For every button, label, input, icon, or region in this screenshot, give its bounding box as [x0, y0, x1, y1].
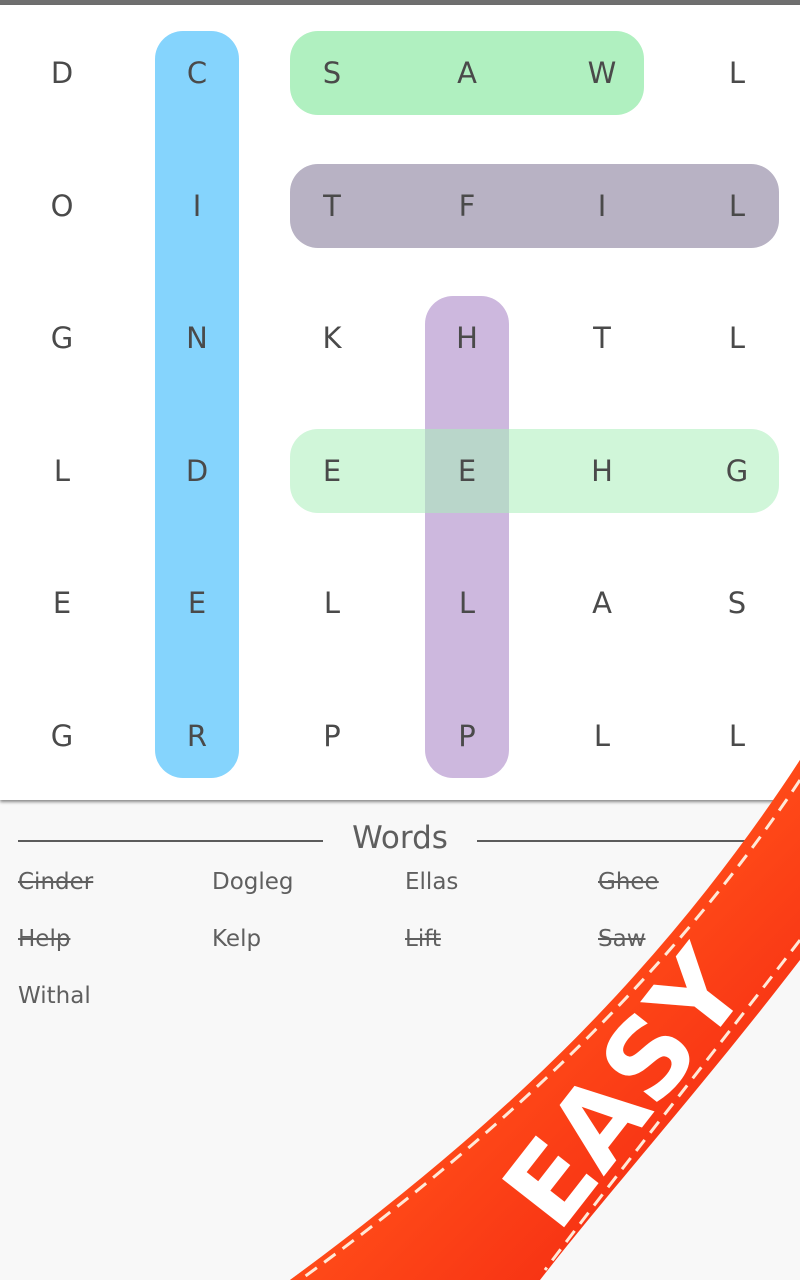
- letter-cell[interactable]: H: [562, 441, 642, 501]
- word-item: Kelp: [212, 926, 262, 952]
- words-header: Words: [0, 820, 800, 864]
- letter-cell[interactable]: N: [157, 308, 237, 368]
- word-item: Dogleg: [212, 869, 294, 895]
- word-item: Saw: [598, 926, 646, 952]
- letter-cell[interactable]: E: [157, 573, 237, 633]
- ribbon-label: EASY: [480, 926, 773, 1251]
- words-title: Words: [352, 820, 448, 856]
- ribbon-stitch-bottom: [543, 939, 800, 1271]
- puzzle-board[interactable]: DCSAWLOITFILGNKHTLLDEEHGEELLASGRPPLL: [0, 5, 800, 800]
- word-item: Cinder: [18, 869, 94, 895]
- letter-cell[interactable]: T: [562, 308, 642, 368]
- word-item: Lift: [405, 926, 441, 952]
- letter-cell[interactable]: I: [562, 176, 642, 236]
- word-item: Ellas: [405, 869, 459, 895]
- letter-cell[interactable]: D: [22, 43, 102, 103]
- letter-cell[interactable]: A: [427, 43, 507, 103]
- letter-cell[interactable]: K: [292, 308, 372, 368]
- word-item: Withal: [18, 983, 91, 1009]
- letter-cell[interactable]: I: [157, 176, 237, 236]
- letter-cell[interactable]: D: [157, 441, 237, 501]
- letter-cell[interactable]: L: [22, 441, 102, 501]
- letter-cell[interactable]: P: [427, 706, 507, 766]
- letter-cell[interactable]: L: [292, 573, 372, 633]
- letter-cell[interactable]: L: [427, 573, 507, 633]
- letter-cell[interactable]: R: [157, 706, 237, 766]
- letter-cell[interactable]: O: [22, 176, 102, 236]
- word-item: Help: [18, 926, 71, 952]
- letter-cell[interactable]: S: [697, 573, 777, 633]
- word-item: Ghee: [598, 869, 659, 895]
- letter-cell[interactable]: E: [427, 441, 507, 501]
- letter-cell[interactable]: L: [697, 706, 777, 766]
- divider-left: [18, 840, 323, 842]
- letter-cell[interactable]: L: [697, 176, 777, 236]
- highlight-cinder: [155, 31, 239, 778]
- letter-cell[interactable]: L: [697, 43, 777, 103]
- divider-right: [477, 840, 767, 842]
- letter-cell[interactable]: A: [562, 573, 642, 633]
- letter-cell[interactable]: E: [22, 573, 102, 633]
- letter-cell[interactable]: S: [292, 43, 372, 103]
- letter-cell[interactable]: T: [292, 176, 372, 236]
- letter-cell[interactable]: W: [562, 43, 642, 103]
- letter-cell[interactable]: L: [697, 308, 777, 368]
- letter-cell[interactable]: E: [292, 441, 372, 501]
- letter-cell[interactable]: H: [427, 308, 507, 368]
- letter-cell[interactable]: G: [22, 706, 102, 766]
- letter-cell[interactable]: G: [697, 441, 777, 501]
- letter-cell[interactable]: G: [22, 308, 102, 368]
- letter-cell[interactable]: C: [157, 43, 237, 103]
- letter-cell[interactable]: F: [427, 176, 507, 236]
- letter-cell[interactable]: L: [562, 706, 642, 766]
- letter-cell[interactable]: P: [292, 706, 372, 766]
